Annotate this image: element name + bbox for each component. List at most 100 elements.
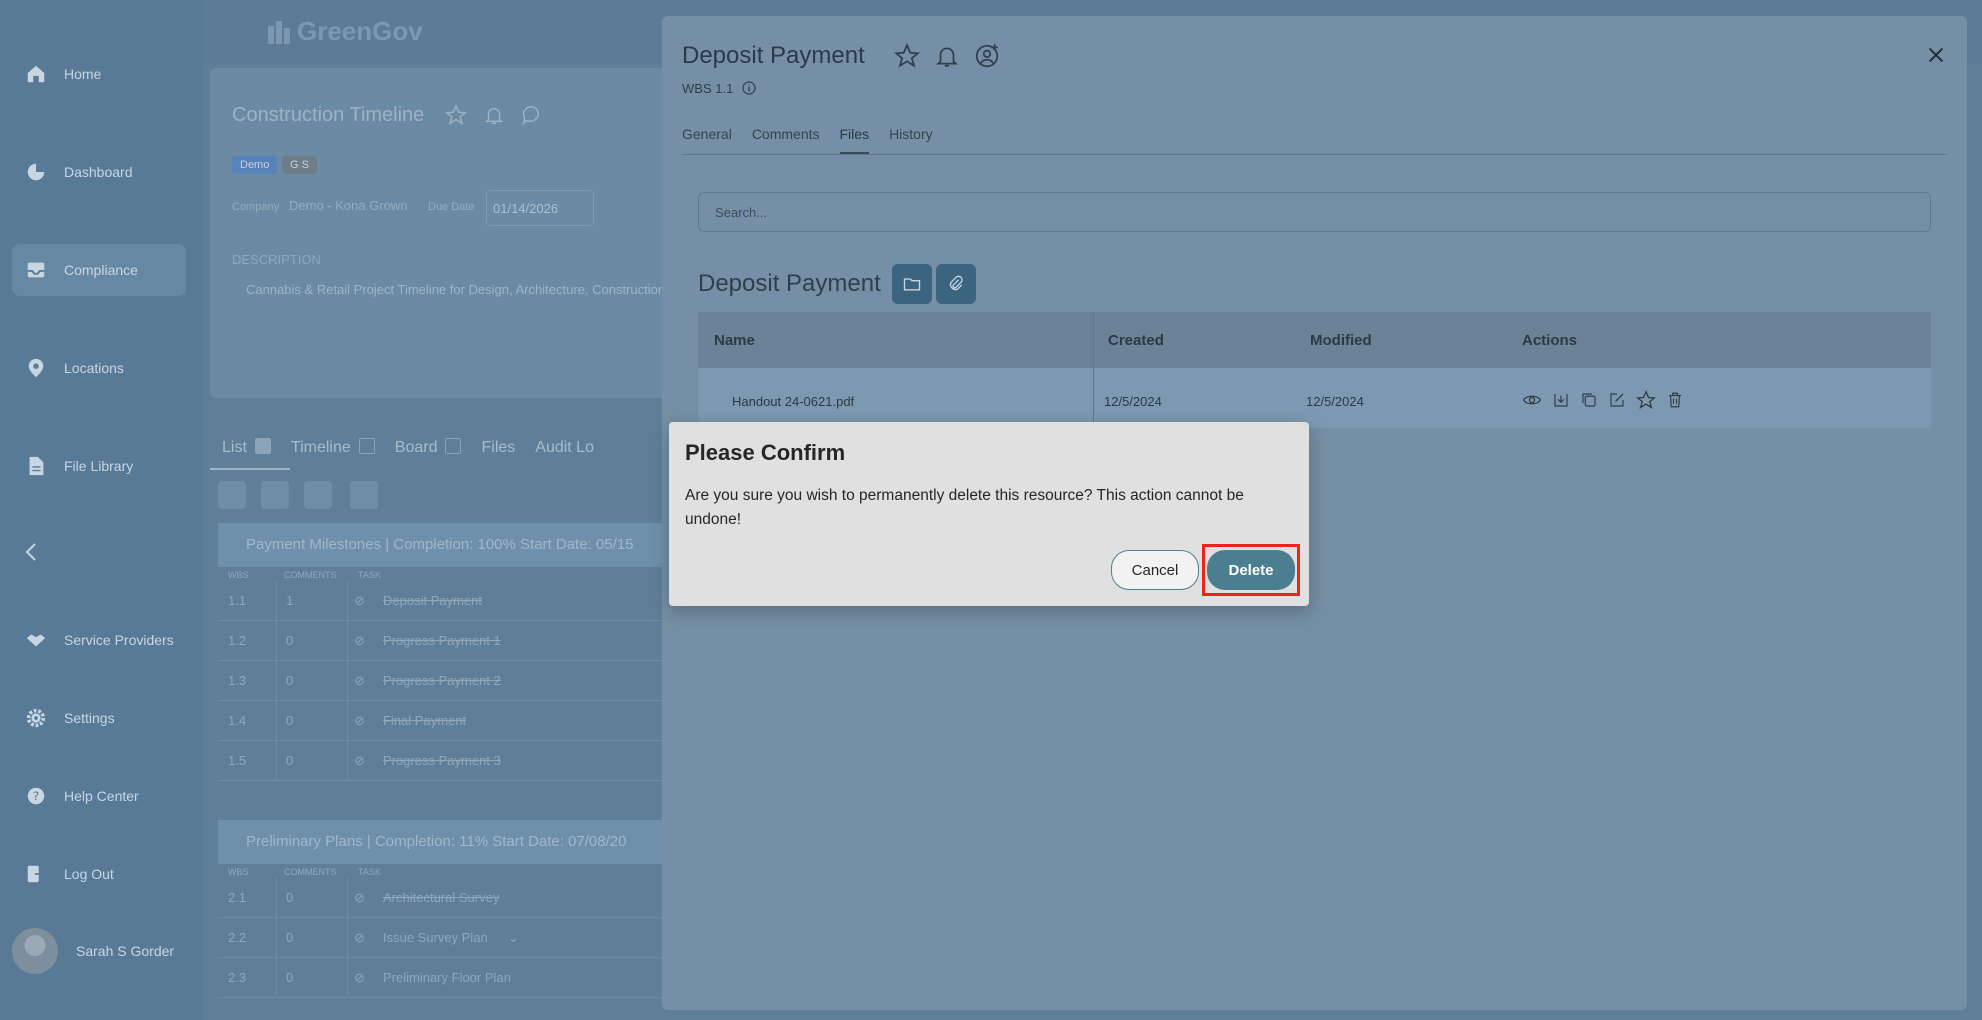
check-circle-icon: ⊘: [354, 713, 365, 728]
header-modified[interactable]: Modified: [1310, 332, 1372, 349]
more-button[interactable]: [350, 481, 378, 509]
comments-cell: 0: [286, 753, 294, 768]
table-row[interactable]: 2.1 0 ⊘ Architectural Survey: [218, 878, 670, 918]
col-task: TASK: [358, 570, 381, 580]
description-text: Cannabis & Retail Project Timeline for D…: [246, 282, 666, 297]
comments-cell: 0: [286, 633, 294, 648]
sidebar-item-label: Home: [64, 66, 102, 82]
sidebar-item-label: Service Providers: [64, 632, 174, 648]
sidebar-item-help-center[interactable]: ? Help Center: [12, 770, 186, 822]
pie-chart-icon: [24, 160, 48, 184]
download-icon[interactable]: [1552, 390, 1570, 410]
sidebar-item-locations[interactable]: Locations: [12, 342, 186, 394]
filter-button[interactable]: [218, 481, 246, 509]
sidebar-item-label: Log Out: [64, 866, 114, 882]
checkbox-icon: [445, 438, 462, 454]
tab-comments[interactable]: Comments: [752, 126, 820, 154]
sidebar-item-dashboard[interactable]: Dashboard: [12, 146, 186, 198]
home-icon: [24, 62, 48, 86]
check-circle-icon: ⊘: [354, 930, 365, 945]
comments-cell: 0: [286, 930, 294, 945]
delete-button[interactable]: Delete: [1207, 550, 1295, 590]
check-circle-icon: ⊘: [354, 890, 365, 905]
table-row[interactable]: 1.3 0 ⊘ Progress Payment 2: [218, 661, 670, 701]
description-label: DESCRIPTION: [232, 252, 321, 267]
sidebar-item-log-out[interactable]: Log Out: [12, 848, 186, 900]
brand-name: GreenGov: [297, 16, 423, 46]
wbs-line: WBS 1.1: [682, 80, 757, 96]
section-header[interactable]: Payment Milestones | Completion: 100% St…: [218, 523, 670, 567]
handshake-icon: [24, 628, 48, 652]
eye-icon[interactable]: [1522, 390, 1542, 410]
add-folder-button[interactable]: [892, 264, 932, 304]
tabs-divider: [682, 154, 1947, 155]
due-date-field[interactable]: 01/14/2026: [486, 190, 594, 226]
tab-files[interactable]: Files: [839, 126, 870, 154]
table-row[interactable]: 1.2 0 ⊘ Progress Payment 1: [218, 621, 670, 661]
columns-button[interactable]: [261, 481, 289, 509]
wbs-value: WBS 1.1: [682, 80, 734, 96]
tab-files[interactable]: Files: [481, 439, 515, 457]
company-label: Company: [232, 201, 280, 213]
wbs-cell: 1.4: [228, 713, 247, 728]
sidebar-item-compliance[interactable]: Compliance: [12, 244, 186, 296]
sidebar-item-label: File Library: [64, 458, 134, 474]
star-icon[interactable]: [1636, 390, 1656, 410]
task-cell: Architectural Survey: [383, 890, 500, 905]
bell-icon[interactable]: [934, 43, 960, 69]
user-profile[interactable]: Sarah S Gorder: [12, 928, 174, 974]
trash-icon[interactable]: [1666, 390, 1684, 410]
info-icon[interactable]: [741, 80, 757, 96]
avatar: [12, 928, 58, 974]
tab-label: Board: [394, 439, 438, 456]
file-name[interactable]: Handout 24-0621.pdf: [732, 394, 854, 409]
tab-timeline[interactable]: Timeline: [291, 438, 375, 457]
tab-history[interactable]: History: [889, 126, 933, 154]
edit-icon[interactable]: [1608, 390, 1626, 410]
table-row[interactable]: Handout 24-0621.pdf 12/5/2024 12/5/2024: [698, 368, 1931, 428]
header-created[interactable]: Created: [1108, 332, 1164, 349]
wbs-cell: 2.1: [228, 890, 247, 905]
search-input[interactable]: Search...: [698, 192, 1931, 232]
file-modified: 12/5/2024: [1306, 394, 1364, 409]
close-icon[interactable]: [1925, 44, 1947, 66]
chevron-down-icon[interactable]: ⌄: [508, 930, 519, 946]
add-user-icon[interactable]: [974, 43, 1000, 69]
tab-list[interactable]: List: [222, 438, 271, 457]
tab-audit-log[interactable]: Audit Lo: [535, 439, 594, 457]
header-name[interactable]: Name: [714, 332, 755, 349]
chevron-left-icon[interactable]: [20, 540, 44, 564]
sidebar-item-service-providers[interactable]: Service Providers: [12, 614, 186, 666]
section-header[interactable]: Preliminary Plans | Completion: 11% Star…: [218, 820, 670, 864]
attach-file-button[interactable]: [936, 264, 976, 304]
sidebar-item-label: Locations: [64, 360, 124, 376]
bell-icon[interactable]: [483, 104, 505, 126]
brand-logo[interactable]: GreenGov: [265, 16, 423, 47]
tab-board[interactable]: Board: [395, 438, 462, 457]
check-circle-icon: ⊘: [354, 593, 365, 608]
map-pin-icon: [24, 356, 48, 380]
sidebar-item-settings[interactable]: Settings: [12, 692, 186, 744]
project-title-actions: [445, 104, 543, 126]
export-button[interactable]: [304, 481, 332, 509]
sidebar-item-label: Settings: [64, 710, 115, 726]
view-tabs: List Timeline Board Files Audit Lo: [222, 438, 594, 457]
copy-icon[interactable]: [1580, 390, 1598, 410]
table-row[interactable]: 1.1 1 ⊘ Deposit Payment: [218, 581, 670, 621]
inbox-icon: [24, 258, 48, 282]
tab-label: Timeline: [290, 439, 351, 456]
table-row[interactable]: 1.5 0 ⊘ Progress Payment 3: [218, 741, 670, 781]
table-row[interactable]: 2.2 0 ⊘ Issue Survey Plan ⌄: [218, 918, 670, 958]
star-icon[interactable]: [894, 43, 920, 69]
table-row[interactable]: 1.4 0 ⊘ Final Payment: [218, 701, 670, 741]
sidebar-item-file-library[interactable]: File Library: [12, 440, 186, 492]
cancel-button[interactable]: Cancel: [1111, 550, 1199, 590]
star-icon[interactable]: [445, 104, 467, 126]
table-row[interactable]: 2.3 0 ⊘ Preliminary Floor Plan: [218, 958, 670, 998]
chat-icon[interactable]: [521, 104, 543, 126]
tab-general[interactable]: General: [682, 126, 732, 154]
col-comments: COMMENTS: [284, 867, 337, 877]
sidebar-item-home[interactable]: Home: [12, 48, 186, 100]
due-date-label: Due Date: [428, 201, 475, 213]
tab-label: List: [222, 439, 247, 456]
